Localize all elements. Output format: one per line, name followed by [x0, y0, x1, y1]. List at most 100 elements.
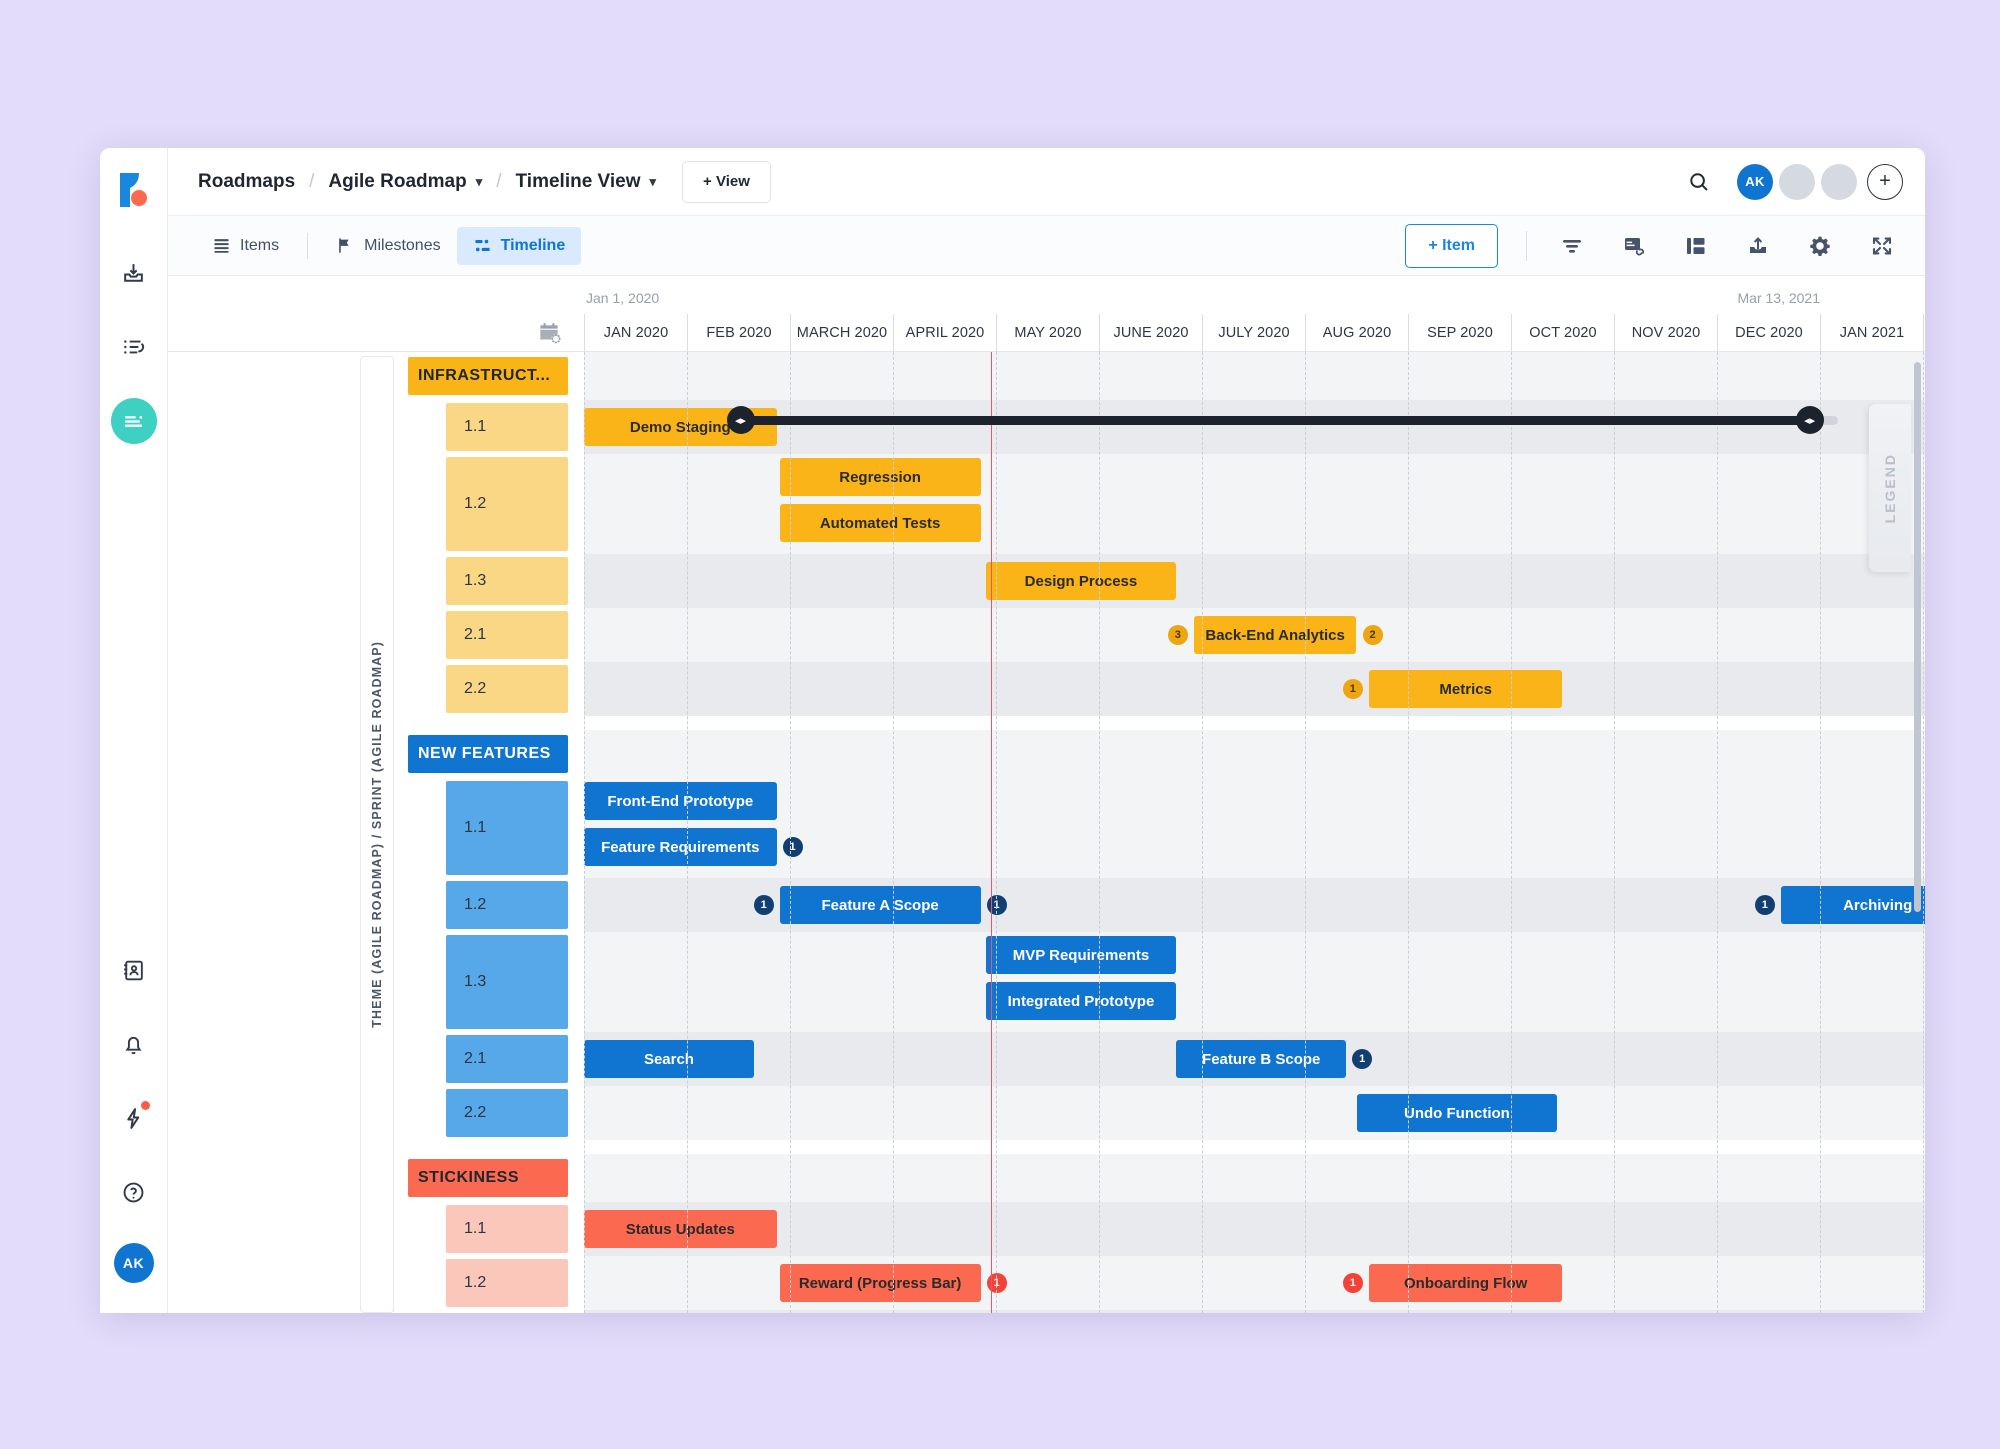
export-upload-icon[interactable]	[1741, 229, 1775, 263]
sidebar-item-notifications[interactable]	[111, 1021, 157, 1067]
search-icon[interactable]	[1687, 170, 1711, 194]
sprint-label[interactable]: 2.1	[446, 611, 568, 659]
bar-badge-left[interactable]: 1	[1754, 895, 1775, 915]
bar-badge-left[interactable]: 3	[1167, 625, 1188, 645]
sidebar-item-roadmaps[interactable]	[110, 398, 157, 444]
sidebar-item-help[interactable]	[111, 1169, 157, 1215]
calendar-settings-icon[interactable]	[168, 314, 584, 351]
timeline-bar[interactable]: Back-End Analytics	[1193, 616, 1357, 654]
sprint-label[interactable]: 1.2	[446, 1259, 568, 1307]
scrubber-handle-left[interactable]: ◂▸	[726, 406, 755, 434]
timeline-bar[interactable]: Feature Requirements	[584, 828, 777, 866]
vertical-axis-label: THEME (AGILE ROADMAP) / SPRINT (AGILE RO…	[360, 356, 394, 1313]
timeline-sprint-row: 1.3	[168, 1310, 1925, 1313]
gear-icon[interactable]	[1803, 229, 1837, 263]
vertical-scrollbar[interactable]	[1914, 362, 1921, 912]
sidebar-item-activity[interactable]	[111, 1095, 157, 1141]
theme-group-label[interactable]: STICKINESS	[408, 1159, 568, 1197]
timeline-bar[interactable]: Design Process	[985, 562, 1177, 600]
bar-badge-right[interactable]: 1	[782, 837, 803, 857]
app-window: AK Roadmaps / Agile Roadmap ▾ / Timeline…	[100, 148, 1925, 1313]
rail-user-avatar[interactable]: AK	[113, 1243, 154, 1283]
fullscreen-icon[interactable]	[1865, 229, 1899, 263]
sprint-label[interactable]: 2.2	[446, 665, 568, 713]
sprint-label[interactable]: 1.1	[446, 781, 568, 875]
row-background	[584, 730, 1925, 778]
main-column: Roadmaps / Agile Roadmap ▾ / Timeline Vi…	[168, 148, 1925, 1313]
bar-badge-left[interactable]: 1	[1342, 1273, 1363, 1293]
bar-badge-right[interactable]: 1	[986, 1273, 1007, 1293]
timeline-sprint-row: 1.1 Front-End Prototype Feature Requiremen…	[168, 778, 1925, 878]
chevron-down-icon-view[interactable]: ▾	[650, 174, 657, 190]
theme-group-label[interactable]: NEW FEATURES	[408, 735, 568, 773]
breadcrumb-item-timeline-view[interactable]: Timeline View	[516, 171, 641, 193]
sprint-label[interactable]: 1.1	[446, 1205, 568, 1253]
month-column-header: JAN 2020	[584, 314, 687, 352]
scrubber-handle-right[interactable]: ◂▸	[1795, 406, 1824, 434]
bar-badge-left[interactable]: 1	[1342, 679, 1363, 699]
view-tab-bar: Items Milestones Timeline + Item	[168, 216, 1925, 276]
timeline-bar[interactable]: Feature B Scope	[1176, 1040, 1347, 1078]
screenshot-root: AK Roadmaps / Agile Roadmap ▾ / Timeline…	[0, 0, 2000, 1449]
timeline-sprint-row: 1.2 Feature A Scope 1 1 Archiving 1	[168, 878, 1925, 932]
layout-columns-icon[interactable]	[1679, 229, 1713, 263]
chevron-down-icon-roadmap[interactable]: ▾	[476, 174, 483, 190]
timeline-bar[interactable]: Archiving	[1780, 886, 1925, 924]
timeline-bar[interactable]: Automated Tests	[779, 504, 981, 542]
breadcrumb-item-roadmaps[interactable]: Roadmaps	[198, 171, 295, 193]
timeline-bar[interactable]: Feature A Scope	[779, 886, 981, 924]
month-column-header: JAN 2021	[1820, 314, 1923, 352]
bar-badge-right[interactable]: 2	[1362, 625, 1383, 645]
sidebar-item-contacts[interactable]	[111, 947, 157, 993]
timeline-bar[interactable]: Metrics	[1368, 670, 1563, 708]
tab-timeline[interactable]: Timeline	[456, 226, 582, 265]
timeline-bar[interactable]: Status Updates	[584, 1210, 777, 1248]
tab-milestones-label: Milestones	[364, 236, 441, 254]
timeline-rows: INFRASTRUCT... 1.1 Demo Staging 1.2 Regressi…	[168, 352, 1925, 1313]
timeline-bar[interactable]: Search	[584, 1040, 754, 1078]
sprint-label[interactable]: 1.3	[446, 557, 568, 605]
sidebar-item-inbox[interactable]	[111, 250, 157, 296]
bar-badge-left[interactable]: 1	[753, 895, 774, 915]
bar-badge-right[interactable]: 1	[986, 895, 1007, 915]
timeline-bar[interactable]: Onboarding Flow	[1368, 1264, 1563, 1302]
card-link-icon[interactable]	[1617, 229, 1651, 263]
top-bar: Roadmaps / Agile Roadmap ▾ / Timeline Vi…	[168, 148, 1925, 216]
app-logo-icon[interactable]	[117, 170, 151, 210]
avatar-member-3[interactable]	[1821, 163, 1857, 200]
avatar-current-user[interactable]: AK	[1737, 163, 1773, 200]
tab-items[interactable]: Items	[196, 227, 295, 265]
avatar-member-2[interactable]	[1779, 163, 1815, 200]
sprint-label[interactable]: 1.2	[446, 881, 568, 929]
filter-icon[interactable]	[1555, 229, 1589, 263]
sidebar-item-backlog[interactable]	[111, 324, 157, 370]
timeline-grid-body: INFRASTRUCT... 1.1 Demo Staging 1.2 Regressi…	[168, 352, 1925, 1313]
sprint-label[interactable]: 1.3	[446, 935, 568, 1029]
timeline-icon	[473, 236, 492, 255]
range-start-label: Jan 1, 2020	[586, 290, 660, 306]
add-member-button[interactable]: +	[1867, 163, 1903, 200]
theme-group-label[interactable]: INFRASTRUCT...	[408, 357, 568, 395]
row-background	[584, 554, 1925, 608]
timeline-bar[interactable]: MVP Requirements	[985, 936, 1177, 974]
breadcrumb-item-agile-roadmap[interactable]: Agile Roadmap	[328, 171, 466, 193]
sprint-label[interactable]: 2.1	[446, 1035, 568, 1083]
timeline-bar[interactable]: Regression	[779, 458, 981, 496]
timeline-bar[interactable]: Front-End Prototype	[584, 782, 777, 820]
sprint-label[interactable]: 1.1	[446, 403, 568, 451]
sprint-label[interactable]: 1.2	[446, 457, 568, 551]
month-column-header: FEB 2021	[1923, 314, 1925, 352]
timeline-bar[interactable]: Integrated Prototype	[985, 982, 1177, 1020]
add-view-button[interactable]: + View	[682, 160, 771, 203]
month-column-header: AUG 2020	[1305, 314, 1408, 352]
add-item-button[interactable]: + Item	[1405, 223, 1498, 268]
left-icon-rail: AK	[100, 148, 168, 1313]
sprint-label[interactable]: 2.2	[446, 1089, 568, 1137]
timeline-sprint-row: 1.1 Demo Staging	[168, 400, 1925, 454]
timeline-bar[interactable]: Reward (Progress Bar)	[779, 1264, 981, 1302]
timeline-bar[interactable]: Undo Function	[1356, 1094, 1558, 1132]
tab-milestones[interactable]: Milestones	[320, 227, 456, 265]
row-background	[584, 1086, 1925, 1140]
legend-flap-button[interactable]: LEGEND	[1869, 404, 1911, 572]
tab-timeline-label: Timeline	[500, 236, 566, 254]
